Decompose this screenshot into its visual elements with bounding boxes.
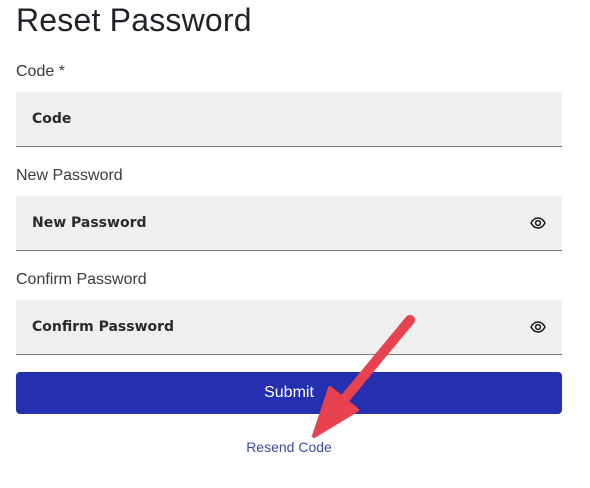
confirm-password-label: Confirm Password [16, 271, 147, 288]
new-password-label: New Password [16, 167, 123, 184]
eye-icon[interactable] [530, 319, 546, 335]
eye-icon[interactable] [530, 215, 546, 231]
resend-code-link[interactable]: Resend Code [0, 439, 578, 455]
confirm-password-input[interactable] [16, 300, 562, 354]
page-title: Reset Password [16, 2, 252, 38]
code-input[interactable] [16, 92, 562, 146]
new-password-input[interactable] [16, 196, 562, 250]
code-field-container [16, 92, 562, 147]
new-password-field-container [16, 196, 562, 251]
confirm-password-field-container [16, 300, 562, 355]
code-label: Code * [16, 63, 65, 80]
submit-button[interactable]: Submit [16, 372, 562, 414]
